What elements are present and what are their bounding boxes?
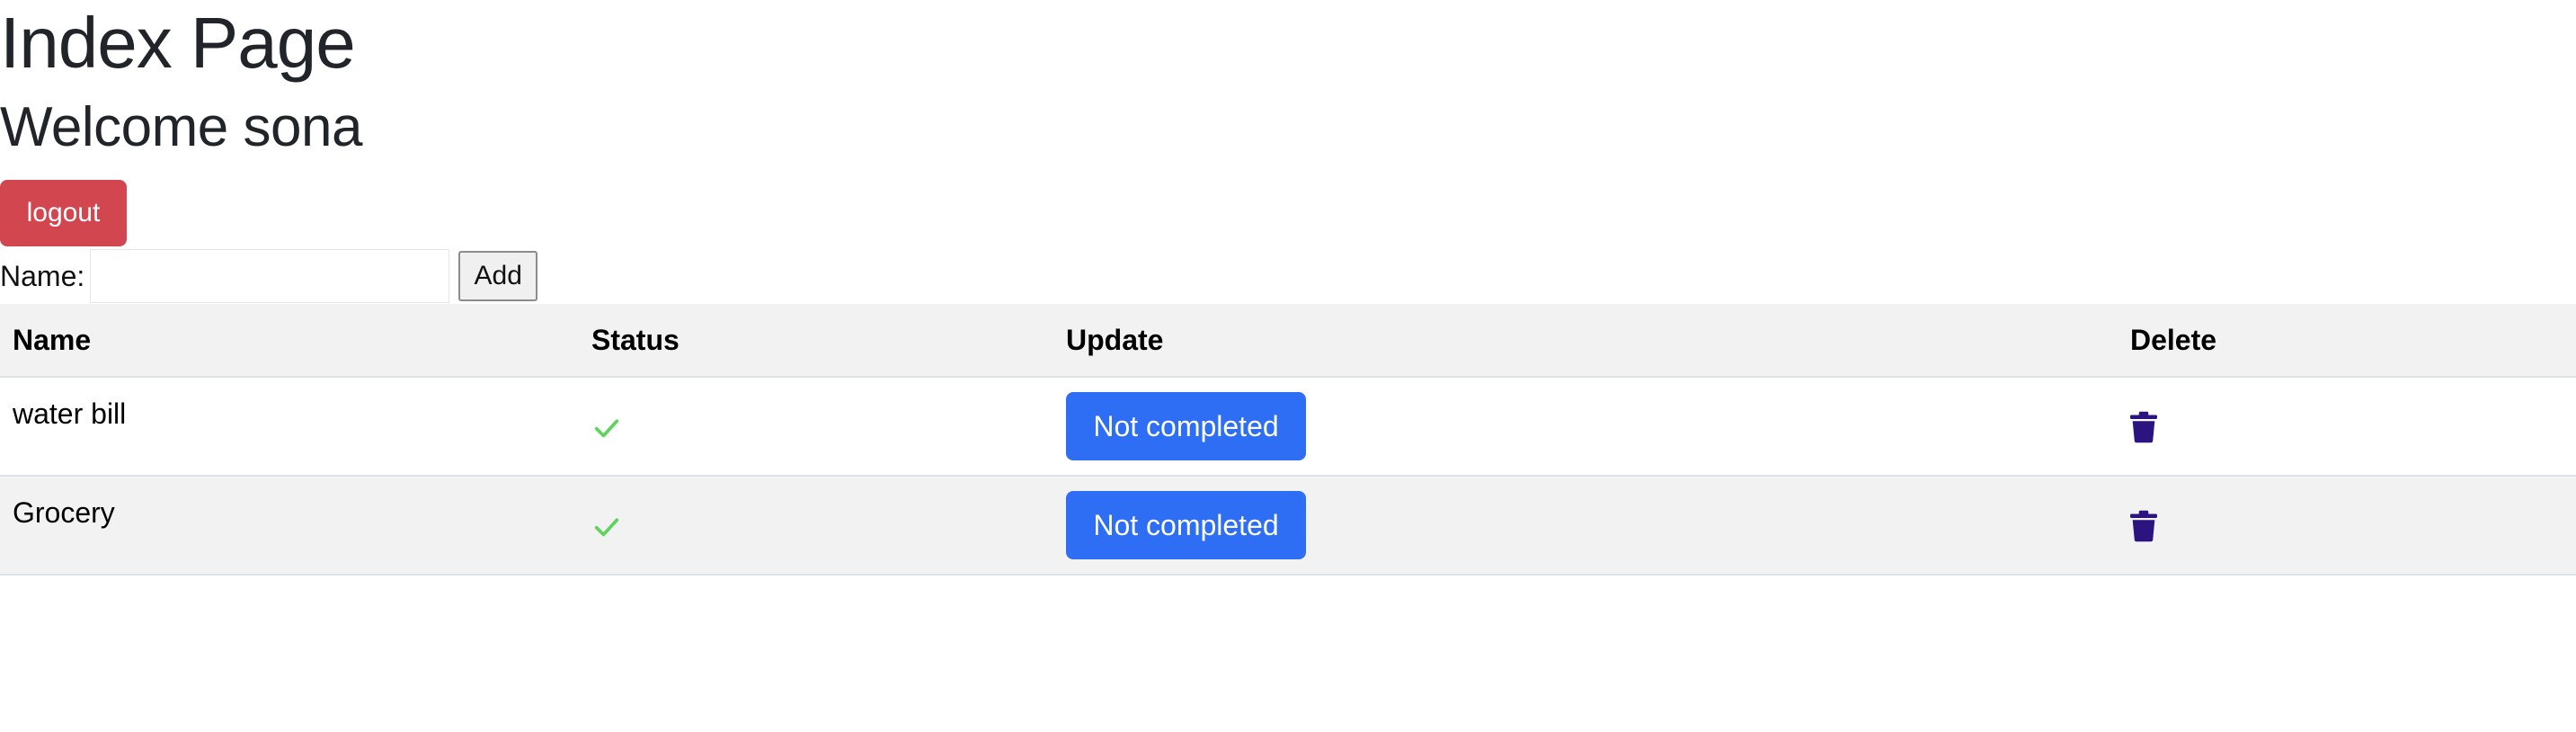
task-name-cell: Grocery — [0, 476, 579, 576]
task-name-cell: water bill — [0, 377, 579, 477]
update-status-button[interactable]: Not completed — [1066, 491, 1306, 559]
todo-table: Name Status Update Delete water bill Not… — [0, 304, 2576, 576]
welcome-heading: Welcome sona — [0, 96, 362, 158]
task-status-cell — [579, 377, 1053, 477]
check-icon — [594, 518, 619, 537]
index-page: Index Page Welcome sona logout Name: Add… — [0, 0, 2576, 732]
update-status-button[interactable]: Not completed — [1066, 392, 1306, 460]
add-task-form: Name: Add — [0, 248, 2576, 304]
logout-button[interactable]: logout — [0, 180, 127, 246]
task-delete-cell — [2118, 476, 2576, 576]
task-delete-cell — [2118, 377, 2576, 477]
check-icon — [594, 419, 619, 438]
header-name: Name — [0, 304, 579, 378]
page-title: Index Page — [0, 3, 356, 83]
trash-icon[interactable] — [2130, 510, 2157, 542]
task-update-cell: Not completed — [1053, 476, 2118, 576]
task-status-cell — [579, 476, 1053, 576]
table-header-row: Name Status Update Delete — [0, 304, 2576, 378]
name-label: Name: — [0, 259, 85, 292]
task-name: water bill — [13, 397, 127, 430]
name-input[interactable] — [90, 249, 450, 303]
table-row: Grocery Not completed — [0, 476, 2576, 576]
add-button[interactable]: Add — [458, 251, 538, 301]
header-update: Update — [1053, 304, 2118, 378]
table-row: water bill Not completed — [0, 377, 2576, 477]
task-update-cell: Not completed — [1053, 377, 2118, 477]
task-name: Grocery — [13, 495, 115, 529]
header-status: Status — [579, 304, 1053, 378]
header-delete: Delete — [2118, 304, 2576, 378]
trash-icon[interactable] — [2130, 411, 2157, 443]
